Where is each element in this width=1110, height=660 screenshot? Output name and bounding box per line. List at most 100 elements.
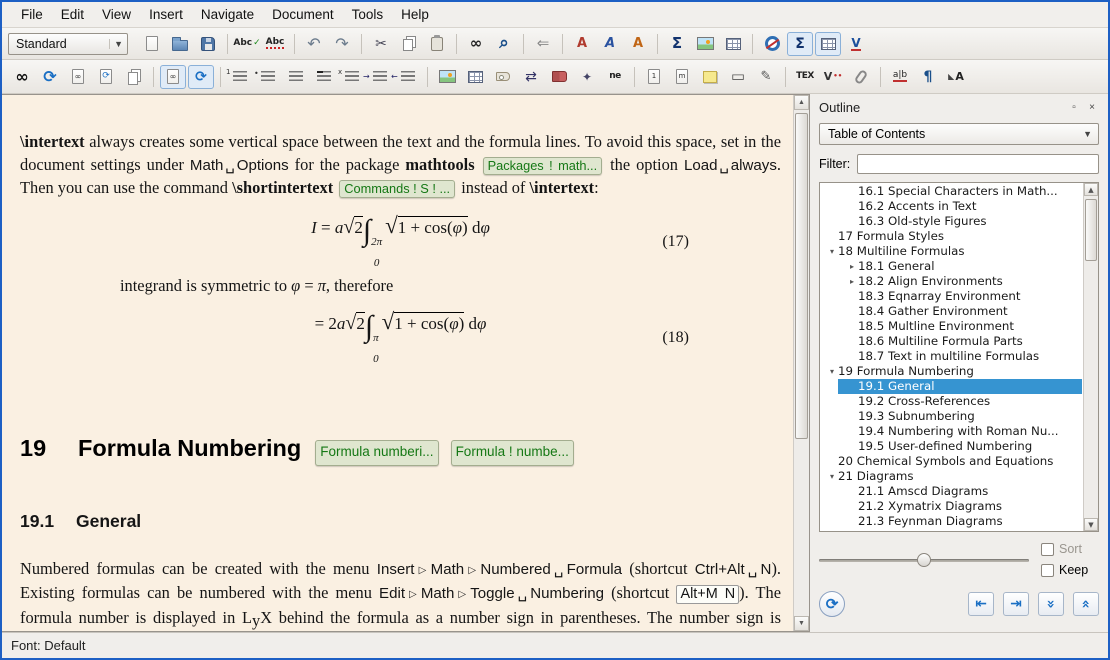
- toggle-math-toolbar-button[interactable]: Σ: [787, 32, 813, 56]
- menu-help[interactable]: Help: [392, 4, 438, 25]
- decrease-depth-button[interactable]: [395, 65, 421, 89]
- move-section-down-button[interactable]: »: [1038, 592, 1064, 616]
- outline-item[interactable]: 18.3 Eqnarray Environment: [820, 289, 1082, 304]
- insert-footnote-button[interactable]: [641, 65, 667, 89]
- numbered-list-button[interactable]: [227, 65, 253, 89]
- update-other-formats-button[interactable]: [93, 65, 119, 89]
- outline-scrollbar[interactable]: ▲ ▼: [1083, 183, 1098, 531]
- menu-edit[interactable]: Edit: [52, 4, 93, 25]
- scroll-down-icon[interactable]: ▼: [1084, 518, 1098, 531]
- collapsed-inset[interactable]: Commands ! S ! ...: [339, 180, 455, 198]
- insert-citation-button[interactable]: [546, 65, 572, 89]
- keep-checkbox[interactable]: Keep: [1041, 563, 1099, 577]
- outline-item[interactable]: 16.3 Old-style Figures: [820, 214, 1082, 229]
- view-master-document-button[interactable]: [121, 65, 147, 89]
- insert-table-button[interactable]: [462, 65, 488, 89]
- menu-file[interactable]: File: [12, 4, 52, 25]
- text-style-button[interactable]: A: [569, 32, 595, 56]
- insert-table-button[interactable]: [720, 32, 746, 56]
- insert-marginal-note-button[interactable]: [669, 65, 695, 89]
- outline-item[interactable]: 18.7 Text in multiline Formulas: [820, 349, 1082, 364]
- collapsed-inset[interactable]: Formula numberi...: [315, 440, 438, 466]
- slider-handle[interactable]: [917, 553, 931, 567]
- paragraph-style-combo[interactable]: Standard ▼: [8, 33, 128, 55]
- scroll-down-icon[interactable]: ▼: [794, 616, 809, 631]
- outline-item[interactable]: 19.3 Subnumbering: [820, 409, 1082, 424]
- outline-item[interactable]: 19.1 General: [820, 379, 1082, 394]
- redo-button[interactable]: ↷: [329, 32, 355, 56]
- thesaurus-button[interactable]: a|b: [887, 65, 913, 89]
- insert-tex-code-button[interactable]: TEX: [792, 65, 818, 89]
- move-section-up-button[interactable]: «: [1073, 592, 1099, 616]
- numbered-equation[interactable]: = 2a√2∫π0√1 + cos(φ) dφ (18): [20, 311, 781, 365]
- insert-box-button[interactable]: ▭: [725, 65, 751, 89]
- menu-tools[interactable]: Tools: [343, 4, 393, 25]
- sort-checkbox[interactable]: Sort: [1041, 542, 1099, 556]
- filter-input[interactable]: [857, 154, 1099, 174]
- scroll-up-icon[interactable]: ▲: [1084, 183, 1098, 196]
- view-document-button[interactable]: ∞: [9, 65, 35, 89]
- scroll-up-icon[interactable]: ▲: [794, 95, 809, 110]
- update-master-document-button[interactable]: ⟳: [188, 65, 214, 89]
- continuous-spellcheck-button[interactable]: Abc: [262, 32, 288, 56]
- document-area[interactable]: \intertext always creates some vertical …: [2, 95, 793, 631]
- insert-graphics-button[interactable]: [692, 32, 718, 56]
- paragraph-settings-button[interactable]: ¶: [915, 65, 941, 89]
- quill-pen-button[interactable]: ✎: [753, 65, 779, 89]
- insert-cross-reference-button[interactable]: ⇄: [518, 65, 544, 89]
- cut-button[interactable]: ✂: [368, 32, 394, 56]
- outline-type-combo[interactable]: Table of Contents ▼: [819, 123, 1099, 145]
- emphasis-button[interactable]: A: [597, 32, 623, 56]
- paste-button[interactable]: [424, 32, 450, 56]
- outline-item[interactable]: 16.2 Accents in Text: [820, 199, 1082, 214]
- update-view-button[interactable]: ⟳: [37, 65, 63, 89]
- outline-item[interactable]: ▾18 Multiline Formulas: [820, 244, 1082, 259]
- menu-navigate[interactable]: Navigate: [192, 4, 263, 25]
- outline-item[interactable]: ▾21 Diagrams: [820, 469, 1082, 484]
- outline-item[interactable]: 21.3 Feynman Diagrams: [820, 514, 1082, 529]
- outline-item[interactable]: 16.1 Special Characters in Math...: [820, 184, 1082, 199]
- outline-item[interactable]: 19.4 Numbering with Roman Nu...: [820, 424, 1082, 439]
- outline-item[interactable]: 17 Formula Styles: [820, 229, 1082, 244]
- outline-item[interactable]: 21.2 Xymatrix Diagrams: [820, 499, 1082, 514]
- collapsed-inset[interactable]: Packages ! math...: [483, 157, 603, 175]
- insert-graphics-button[interactable]: [434, 65, 460, 89]
- new-document-button[interactable]: [139, 32, 165, 56]
- labeling-layout-button[interactable]: [339, 65, 365, 89]
- promote-section-button[interactable]: ⇤: [968, 592, 994, 616]
- outline-item[interactable]: ▾19 Formula Numbering: [820, 364, 1082, 379]
- insert-math-button[interactable]: Σ: [664, 32, 690, 56]
- attach-file-button[interactable]: [848, 65, 874, 89]
- numbered-equation[interactable]: I = a√2∫2π0√1 + cos(φ) dφ (17): [20, 215, 781, 269]
- document-scrollbar[interactable]: ▲ ▼: [793, 95, 809, 631]
- spellcheck-button[interactable]: Abc: [234, 32, 260, 56]
- increase-depth-button[interactable]: [367, 65, 393, 89]
- scrollbar-thumb[interactable]: [795, 113, 808, 439]
- menu-insert[interactable]: Insert: [140, 4, 192, 25]
- text-properties-button[interactable]: A: [943, 65, 969, 89]
- outline-item[interactable]: ▸18.2 Align Environments: [820, 274, 1082, 289]
- noun-button[interactable]: A: [625, 32, 651, 56]
- copy-button[interactable]: [396, 32, 422, 56]
- update-outline-button[interactable]: ⟳: [819, 591, 845, 617]
- float-panel-button[interactable]: ▫: [1067, 100, 1081, 114]
- toggle-table-toolbar-button[interactable]: [815, 32, 841, 56]
- toggle-outline-button[interactable]: [759, 32, 785, 56]
- navigate-back-button[interactable]: ⇐: [530, 32, 556, 56]
- outline-item[interactable]: 19.5 User-defined Numbering: [820, 439, 1082, 454]
- list-layout-button[interactable]: [283, 65, 309, 89]
- insert-note-button[interactable]: [697, 65, 723, 89]
- zoom-button[interactable]: ⌕: [491, 32, 517, 56]
- demote-section-button[interactable]: ⇥: [1003, 592, 1029, 616]
- view-messages-button[interactable]: [160, 65, 186, 89]
- insert-index-entry-button[interactable]: ✦: [574, 65, 600, 89]
- insert-nomenclature-button[interactable]: ne: [602, 65, 628, 89]
- outline-item[interactable]: 18.4 Gather Environment: [820, 304, 1082, 319]
- toggle-review-toolbar-button[interactable]: V: [843, 32, 869, 56]
- depth-slider[interactable]: [819, 551, 1029, 569]
- outline-item[interactable]: 20 Chemical Symbols and Equations: [820, 454, 1082, 469]
- menu-document[interactable]: Document: [263, 4, 343, 25]
- view-other-formats-button[interactable]: [65, 65, 91, 89]
- find-replace-button[interactable]: ∞: [463, 32, 489, 56]
- insert-vertical-space-button[interactable]: V: [820, 65, 846, 89]
